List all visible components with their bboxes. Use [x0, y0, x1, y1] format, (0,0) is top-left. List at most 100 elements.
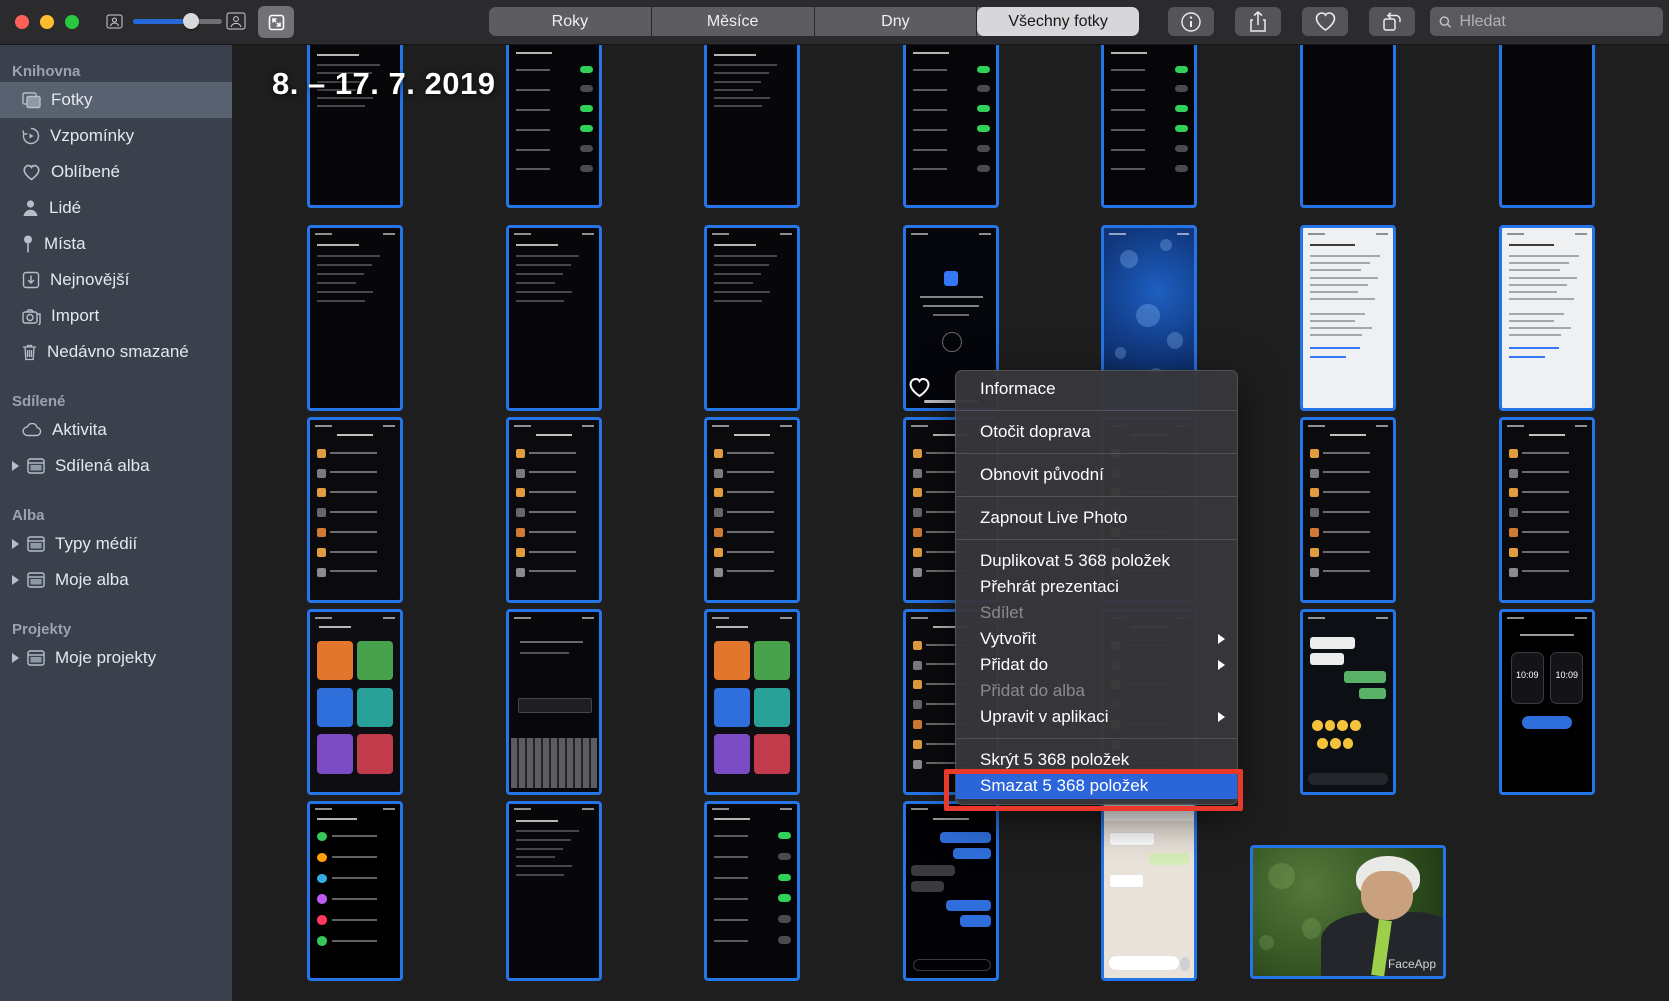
- photo-thumbnail[interactable]: [506, 44, 602, 208]
- person-icon: [23, 200, 38, 216]
- sidebar-item-sdilena-alba[interactable]: Sdílená alba: [0, 448, 232, 484]
- sidebar-item-nedavno-smazane[interactable]: Nedávno smazané: [0, 334, 232, 370]
- thumb-art: [1529, 434, 1565, 437]
- thumb-art: [712, 808, 729, 811]
- sidebar-item-vzpominky[interactable]: Vzpomínky: [0, 118, 232, 154]
- menu-item-zapnout-live-photo[interactable]: Zapnout Live Photo: [956, 505, 1237, 531]
- disclosure-triangle-icon[interactable]: [12, 653, 19, 663]
- thumb-art: [913, 528, 923, 537]
- import-camera-icon: [22, 308, 41, 325]
- thumb-art: [712, 616, 729, 619]
- watch-time-label: 10:09: [1555, 669, 1578, 680]
- search-field[interactable]: [1430, 7, 1663, 36]
- thumb-art: [1507, 232, 1524, 235]
- thumb-art: [1310, 291, 1358, 293]
- photo-thumbnail-faceapp[interactable]: FaceApp: [1250, 845, 1446, 979]
- sidebar-item-import[interactable]: Import: [0, 298, 232, 334]
- photo-thumbnail[interactable]: [1499, 225, 1595, 411]
- search-input[interactable]: [1457, 11, 1654, 32]
- thumb-art: [1302, 918, 1322, 939]
- sidebar-item-moje-projekty[interactable]: Moje projekty: [0, 640, 232, 676]
- menu-item-pridat-do[interactable]: Přidat do: [956, 652, 1237, 678]
- thumb-art: [913, 168, 948, 171]
- photo-thumbnail[interactable]: [1300, 44, 1396, 208]
- photo-thumbnail[interactable]: [903, 44, 999, 208]
- sidebar-item-mista[interactable]: Místa: [0, 226, 232, 262]
- disclosure-triangle-icon[interactable]: [12, 539, 19, 549]
- zoom-window-button[interactable]: [65, 15, 79, 29]
- thumb-art: [1310, 567, 1320, 577]
- segment-mesice[interactable]: Měsíce: [651, 7, 815, 36]
- thumb-art: [317, 264, 373, 266]
- thumb-art: [753, 687, 790, 728]
- info-button[interactable]: [1168, 7, 1214, 36]
- sidebar-item-aktivita[interactable]: Aktivita: [0, 412, 232, 448]
- menu-item-obnovit-puvodni[interactable]: Obnovit původní: [956, 462, 1237, 488]
- thumb-art: [1310, 346, 1360, 349]
- close-window-button[interactable]: [15, 15, 29, 29]
- thumb-art: [714, 88, 753, 91]
- menu-separator: [956, 496, 1237, 497]
- thumb-art: [1312, 720, 1323, 731]
- thumb-art: [331, 835, 377, 838]
- menu-item-duplikovat[interactable]: Duplikovat 5 368 položek: [956, 548, 1237, 574]
- photo-thumbnail[interactable]: [1499, 417, 1595, 603]
- rotate-button[interactable]: [1369, 7, 1415, 36]
- segment-dny[interactable]: Dny: [814, 7, 978, 36]
- photo-thumbnail[interactable]: [506, 417, 602, 603]
- photo-thumbnail[interactable]: [704, 225, 800, 411]
- watch-time-label: 10:09: [1516, 669, 1539, 680]
- photo-thumbnail[interactable]: [704, 609, 800, 795]
- sidebar-item-nejnovejsi[interactable]: Nejnovější: [0, 262, 232, 298]
- photo-thumbnail[interactable]: [704, 44, 800, 208]
- menu-item-prehrat-prezentaci[interactable]: Přehrát prezentaci: [956, 574, 1237, 600]
- thumb-art: [528, 471, 576, 474]
- sidebar-item-lide[interactable]: Lidé: [0, 190, 232, 226]
- photo-thumbnail[interactable]: [903, 801, 999, 981]
- photo-thumbnail[interactable]: [1101, 44, 1197, 208]
- photo-thumbnail[interactable]: [307, 417, 403, 603]
- menu-separator: [956, 410, 1237, 411]
- photo-thumbnail[interactable]: [506, 225, 602, 411]
- thumbnail-zoom-slider[interactable]: [133, 13, 222, 29]
- menu-item-otocit-doprava[interactable]: Otočit doprava: [956, 419, 1237, 445]
- photo-thumbnail[interactable]: [307, 801, 403, 981]
- album-icon: [27, 572, 45, 588]
- thumb-art: [317, 273, 364, 275]
- photo-thumbnail[interactable]: [506, 801, 602, 981]
- thumb-art: [1324, 720, 1336, 731]
- photo-thumbnail[interactable]: [1300, 609, 1396, 795]
- photo-thumbnail[interactable]: [1300, 417, 1396, 603]
- menu-item-informace[interactable]: Informace: [956, 376, 1237, 402]
- photo-thumbnail[interactable]: [1101, 801, 1197, 981]
- thumb-art: [580, 85, 593, 93]
- sidebar-item-fotky[interactable]: Fotky: [0, 82, 232, 118]
- photo-thumbnail[interactable]: [307, 609, 403, 795]
- disclosure-triangle-icon[interactable]: [12, 461, 19, 471]
- thumb-art: [516, 547, 526, 557]
- sidebar-item-oblibene[interactable]: Oblíbené: [0, 154, 232, 190]
- sidebar-item-typy-medii[interactable]: Typy médií: [0, 526, 232, 562]
- slider-thumb[interactable]: [183, 13, 199, 29]
- segment-vsechny-fotky[interactable]: Všechny fotky: [977, 7, 1139, 36]
- thumb-art: [714, 640, 751, 681]
- minimize-window-button[interactable]: [40, 15, 54, 29]
- disclosure-triangle-icon[interactable]: [12, 575, 19, 585]
- photo-thumbnail[interactable]: [506, 609, 602, 795]
- segment-roky[interactable]: Roky: [489, 7, 652, 36]
- photo-thumbnail[interactable]: 10:09 10:09: [1499, 609, 1595, 795]
- thumb-art: [329, 550, 377, 553]
- photo-thumbnail[interactable]: [704, 417, 800, 603]
- thumb-art: [1521, 530, 1569, 533]
- photo-thumbnail[interactable]: [704, 801, 800, 981]
- photo-thumbnail[interactable]: [1499, 44, 1595, 208]
- menu-item-upravit-v-aplikaci[interactable]: Upravit v aplikaci: [956, 704, 1237, 730]
- photo-thumbnail[interactable]: [1300, 225, 1396, 411]
- photo-thumbnail[interactable]: [307, 225, 403, 411]
- share-button[interactable]: [1235, 7, 1281, 36]
- fullscreen-button[interactable]: [258, 6, 294, 38]
- sidebar-item-moje-alba[interactable]: Moje alba: [0, 562, 232, 598]
- favorite-button[interactable]: [1302, 7, 1348, 36]
- thumb-art: [516, 508, 526, 518]
- menu-item-vytvorit[interactable]: Vytvořit: [956, 626, 1237, 652]
